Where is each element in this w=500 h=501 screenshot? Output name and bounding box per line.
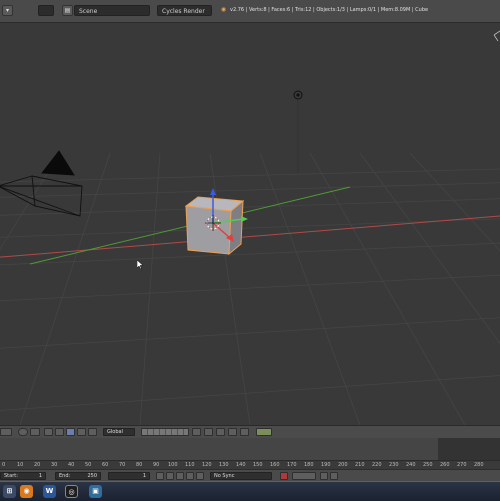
- translate-manipulator-icon[interactable]: [66, 428, 75, 436]
- current-frame-field[interactable]: 1: [108, 472, 150, 480]
- start-frame-field[interactable]: Start: 1: [0, 472, 46, 480]
- scene-icon[interactable]: ▤: [62, 5, 73, 16]
- frame-number: 240: [406, 462, 416, 468]
- frame-number: 60: [102, 462, 109, 468]
- viewport-shading-icon[interactable]: [18, 428, 28, 436]
- blender-app-icon[interactable]: ◉: [20, 485, 33, 498]
- 3d-viewport[interactable]: [0, 23, 500, 425]
- media-app-icon[interactable]: ▣: [89, 485, 102, 498]
- x-axis-line: [0, 215, 500, 258]
- scale-manipulator-icon[interactable]: [88, 428, 97, 436]
- screen-layout-field[interactable]: [38, 5, 54, 16]
- record-keyframe-icon[interactable]: [280, 472, 288, 480]
- frame-number: 170: [287, 462, 297, 468]
- info-header: ▾ ▤ Scene Cycles Render ◉ v2.76 | Verts:…: [0, 0, 500, 23]
- timeline-area[interactable]: [0, 438, 500, 460]
- manipulator-toggle-icon[interactable]: [55, 428, 64, 436]
- pivot-point-icon[interactable]: [44, 428, 53, 436]
- frame-number: 110: [185, 462, 195, 468]
- jump-start-icon[interactable]: [156, 472, 164, 480]
- view-axes-icon: [493, 30, 500, 42]
- end-frame-field[interactable]: End: 250: [55, 472, 101, 480]
- frame-number: 120: [202, 462, 212, 468]
- sync-mode-dropdown[interactable]: No Sync: [210, 472, 272, 480]
- scene-selector[interactable]: Scene: [74, 5, 150, 16]
- snap-element-icon[interactable]: [228, 428, 237, 436]
- start-frame-value: 1: [38, 473, 42, 479]
- end-frame-value: 250: [87, 473, 97, 479]
- layer-buttons[interactable]: [141, 428, 189, 436]
- frame-number: 150: [253, 462, 263, 468]
- frame-number: 100: [168, 462, 178, 468]
- frame-number: 90: [153, 462, 160, 468]
- editor-type-icon[interactable]: ▾: [2, 5, 13, 16]
- frame-number: 140: [236, 462, 246, 468]
- frame-number: 40: [68, 462, 75, 468]
- keying-set-field[interactable]: [292, 472, 316, 480]
- frame-number: 260: [440, 462, 450, 468]
- frame-number: 10: [17, 462, 24, 468]
- end-frame-label: End:: [59, 473, 71, 479]
- frame-number: 200: [338, 462, 348, 468]
- frame-number: 30: [51, 462, 58, 468]
- prev-keyframe-icon[interactable]: [166, 472, 174, 480]
- frame-number: 210: [355, 462, 365, 468]
- frame-number: 270: [457, 462, 467, 468]
- lamp-object: [293, 90, 303, 173]
- frame-number: 160: [270, 462, 280, 468]
- blender-logo-icon: ◉: [218, 5, 229, 16]
- render-image-icon[interactable]: [256, 428, 272, 436]
- camera-app-icon[interactable]: ◎: [65, 485, 78, 498]
- word-app-icon[interactable]: W: [43, 485, 56, 498]
- 3d-view-header: Global: [0, 425, 500, 439]
- frame-number: 70: [119, 462, 126, 468]
- floor-grid: [0, 152, 500, 425]
- start-button-icon[interactable]: ⊞: [3, 485, 16, 498]
- start-frame-label: Start:: [4, 473, 18, 479]
- proportional-edit-icon[interactable]: [204, 428, 213, 436]
- out-of-range-shading: [438, 438, 500, 460]
- viewport-scene: [0, 30, 500, 425]
- cube-object: [184, 196, 245, 256]
- snap-toggle-icon[interactable]: [216, 428, 225, 436]
- frame-number: 0: [2, 462, 6, 468]
- rotate-manipulator-icon[interactable]: [77, 428, 86, 436]
- opengl-render-icon[interactable]: [240, 428, 249, 436]
- frame-number: 20: [34, 462, 41, 468]
- os-taskbar: ⊞ ◉ W ◎ ▣: [0, 481, 500, 501]
- render-engine-dropdown[interactable]: Cycles Render: [157, 5, 212, 16]
- scene-statistics: v2.76 | Verts:8 | Faces:6 | Tris:12 | Ob…: [230, 7, 429, 13]
- frame-number: 50: [85, 462, 92, 468]
- frame-number: 220: [372, 462, 382, 468]
- frame-number: 280: [474, 462, 484, 468]
- mouse-pointer-icon: [137, 260, 143, 269]
- frame-number: 190: [321, 462, 331, 468]
- frame-number: 180: [304, 462, 314, 468]
- frame-number: 130: [219, 462, 229, 468]
- view-menu-button[interactable]: [0, 428, 12, 436]
- insert-keyframe-icon[interactable]: [320, 472, 328, 480]
- shading-menu-button[interactable]: [30, 428, 40, 436]
- transform-orientation-dropdown[interactable]: Global: [103, 428, 135, 436]
- frame-number: 80: [136, 462, 143, 468]
- play-reverse-icon[interactable]: [176, 472, 184, 480]
- next-keyframe-icon[interactable]: [196, 472, 204, 480]
- delete-keyframe-icon[interactable]: [330, 472, 338, 480]
- frame-number: 250: [423, 462, 433, 468]
- play-icon[interactable]: [186, 472, 194, 480]
- lock-camera-icon[interactable]: [192, 428, 201, 436]
- frame-number: 230: [389, 462, 399, 468]
